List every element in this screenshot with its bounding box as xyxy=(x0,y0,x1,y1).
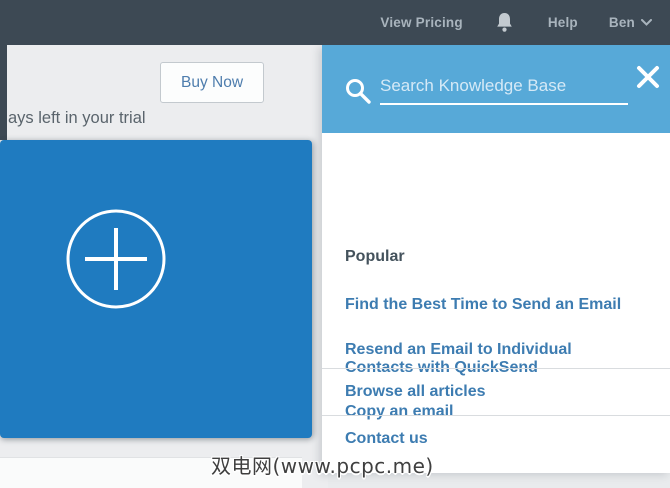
search-icon xyxy=(344,77,372,110)
kb-search-input[interactable] xyxy=(380,69,628,105)
watermark-text: 双电网(www.pcpc.me) xyxy=(211,450,434,479)
close-icon[interactable] xyxy=(636,65,660,89)
kb-panel-body: Popular Find the Best Time to Send an Em… xyxy=(322,133,670,473)
top-bar: View Pricing Help Ben xyxy=(0,0,670,45)
create-email-card[interactable]: Create a new email xyxy=(0,140,312,438)
buy-now-button[interactable]: Buy Now xyxy=(160,62,264,103)
kb-search-header xyxy=(322,45,670,133)
kb-contact-us-link[interactable]: Contact us xyxy=(345,430,428,448)
notifications-bell-icon[interactable] xyxy=(494,11,515,35)
trial-banner: ays left in your trial Buy Now xyxy=(7,45,320,120)
kb-popular-heading: Popular xyxy=(345,248,405,266)
left-nav-edge xyxy=(0,45,7,140)
view-pricing-link[interactable]: View Pricing xyxy=(380,15,462,30)
kb-article-link[interactable]: Copy an email xyxy=(345,403,643,421)
kb-article-link[interactable]: Resend an Email to Individual Contacts w… xyxy=(345,341,643,377)
divider xyxy=(322,415,670,416)
user-name: Ben xyxy=(609,15,635,30)
knowledge-base-panel: Popular Find the Best Time to Send an Em… xyxy=(322,45,670,473)
help-link[interactable]: Help xyxy=(548,15,578,30)
plus-circle-icon xyxy=(64,207,168,311)
user-menu[interactable]: Ben xyxy=(609,15,652,30)
chevron-down-icon xyxy=(641,19,652,26)
kb-browse-all-link[interactable]: Browse all articles xyxy=(345,383,486,401)
divider xyxy=(322,368,670,369)
trial-days-text: ays left in your trial xyxy=(8,109,146,128)
kb-article-link[interactable]: Find the Best Time to Send an Email xyxy=(345,296,643,314)
